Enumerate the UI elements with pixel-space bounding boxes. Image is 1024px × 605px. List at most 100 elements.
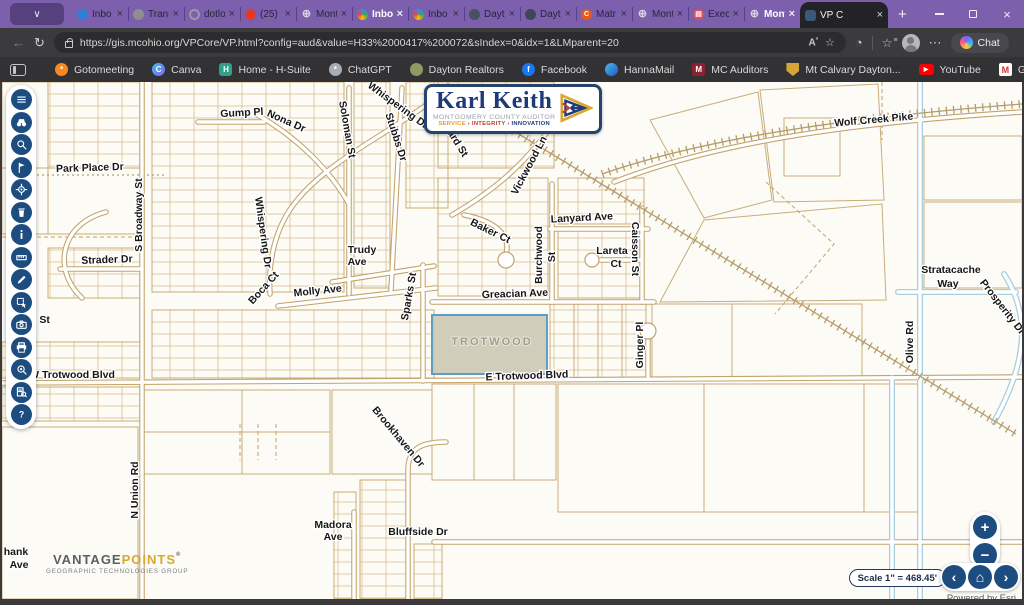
mt-calvary-dayton--icon	[786, 63, 799, 76]
tab-close-button[interactable]: ×	[877, 10, 883, 21]
bookmark-item[interactable]: CCanva	[143, 63, 210, 76]
browser-tab[interactable]: Inbo×	[408, 3, 464, 25]
tab-close-button[interactable]: ×	[397, 9, 403, 20]
tab-title: Exec	[708, 9, 729, 20]
tab-close-button[interactable]: ×	[117, 9, 123, 20]
toolbar-draw-button[interactable]	[11, 269, 32, 290]
zoom-in-button[interactable]: +	[973, 515, 997, 539]
browser-tab-active[interactable]: VP C×	[800, 2, 888, 28]
toolbar-locate-button[interactable]	[11, 179, 32, 200]
close-window-button[interactable]: ×	[990, 0, 1024, 28]
tab-close-button[interactable]: ×	[789, 9, 795, 20]
tagline-separator: ›	[507, 121, 509, 127]
bookmark-item[interactable]: HannaMail	[596, 63, 683, 76]
bookmark-item[interactable]: Dayton Realtors	[401, 63, 513, 76]
new-tab-button[interactable]: +	[888, 6, 917, 23]
browser-tab[interactable]: Dayt×	[464, 3, 520, 25]
dayton-realtors-icon	[410, 63, 423, 76]
bookmark-item[interactable]: MGmail	[990, 63, 1024, 76]
bookmark-label: Canva	[171, 64, 201, 76]
chat-button[interactable]: Chat	[951, 33, 1009, 53]
tab-title: Inbo	[92, 9, 113, 20]
tab-favicon	[189, 9, 200, 20]
toolbar-binoculars-button[interactable]	[11, 112, 32, 133]
favorites-bar-icon[interactable]: ☆	[882, 36, 893, 50]
tab-close-button[interactable]: ×	[341, 9, 347, 20]
tab-favicon: ▤	[693, 9, 704, 20]
toolbar-menu-button[interactable]	[11, 89, 32, 110]
toolbar-select-button[interactable]	[11, 292, 32, 313]
street-label: N Union Rd	[129, 461, 141, 518]
toolbar-measure-button[interactable]	[11, 247, 32, 268]
points-word: POINTS	[122, 552, 176, 567]
tab-close-button[interactable]: ×	[677, 9, 683, 20]
tab-favicon: ⊕	[749, 9, 760, 20]
bookmark-item[interactable]: ▶YouTube	[910, 64, 990, 76]
url-field[interactable]: https://gis.mcohio.org/VPCore/VP.html?co…	[54, 32, 846, 53]
url-text[interactable]: https://gis.mcohio.org/VPCore/VP.html?co…	[80, 37, 802, 49]
vantage-word: VANTAGE	[53, 552, 122, 567]
tab-close-button[interactable]: ×	[453, 9, 459, 20]
bookmark-item[interactable]: HHome - H-Suite	[210, 63, 319, 76]
favorite-star-icon[interactable]: ☆	[825, 36, 835, 49]
toolbar-help-button[interactable]: ?	[11, 404, 32, 425]
minimize-button[interactable]	[922, 0, 956, 28]
tab-dropdown-button[interactable]: ∨	[10, 3, 64, 25]
settings-menu-icon[interactable]: ⋯	[929, 35, 942, 51]
bookmark-item[interactable]: Mt Calvary Dayton...	[777, 63, 909, 76]
profile-avatar[interactable]	[902, 34, 920, 52]
gis-map-canvas[interactable]: TROTWOOD Gump PlNona DrSoloman StStubbs …	[2, 82, 1022, 599]
browser-tab[interactable]: Inbo ×	[72, 3, 128, 25]
tab-close-button[interactable]: ×	[733, 9, 739, 20]
sidebar-panel-icon[interactable]	[10, 64, 26, 76]
browser-tab[interactable]: ▤ Exec ×	[688, 3, 744, 25]
toolbar-search-button[interactable]	[11, 134, 32, 155]
binoculars-icon	[14, 115, 29, 130]
browser-tab[interactable]: ⊕ Mont ×	[744, 3, 800, 25]
tab-close-button[interactable]: ×	[229, 9, 235, 20]
toolbar-search-area-button[interactable]	[11, 359, 32, 380]
browser-tab[interactable]: Inbo×	[352, 3, 408, 25]
browser-tab[interactable]: ⊕ Mont ×	[296, 3, 352, 25]
browser-tab[interactable]: (25)×	[240, 3, 296, 25]
chat-label: Chat	[978, 37, 1000, 49]
browser-tab[interactable]: CMatr×	[576, 3, 632, 25]
read-aloud-icon[interactable]: Aᵃ	[809, 37, 819, 48]
tab-close-button[interactable]: ×	[565, 9, 571, 20]
tagline-service: SERVICE	[438, 121, 465, 127]
browser-tab[interactable]: dotlo×	[184, 3, 240, 25]
auditor-tagline: SERVICE › INTEGRITY › INNOVATION	[433, 121, 555, 127]
tab-favicon: ⊕	[301, 9, 312, 20]
browser-essentials-icon[interactable]: ◔	[855, 35, 863, 50]
divider	[872, 36, 873, 50]
bookmark-item[interactable]: *ChatGPT	[320, 63, 401, 76]
toolbar-records-button[interactable]	[11, 382, 32, 403]
gotomeeting-icon: *	[55, 63, 68, 76]
home-extent-button[interactable]: ⌂	[968, 565, 992, 589]
mc-auditors-icon: M	[692, 63, 705, 76]
bookmark-item[interactable]: *Gotomeeting	[46, 63, 143, 76]
bookmark-item[interactable]: fFacebook	[513, 63, 596, 76]
refresh-icon[interactable]: ↻	[34, 35, 45, 51]
restore-button[interactable]	[956, 0, 990, 28]
tab-close-button[interactable]: ×	[621, 9, 627, 20]
browser-tab[interactable]: ⊕Mont×	[632, 3, 688, 25]
toolbar-print-button[interactable]	[11, 337, 32, 358]
tab-title: Mont	[316, 9, 337, 20]
previous-extent-button[interactable]: ‹	[942, 565, 966, 589]
toolbar-info-button[interactable]	[11, 224, 32, 245]
tab-close-button[interactable]: ×	[285, 9, 291, 20]
bookmark-item[interactable]: MMC Auditors	[683, 63, 777, 76]
browser-tab[interactable]: Dayt×	[520, 3, 576, 25]
toolbar-camera-button[interactable]	[11, 314, 32, 335]
back-icon[interactable]: ←	[12, 35, 25, 50]
toolbar-flag-button[interactable]	[11, 157, 32, 178]
vantage-subtitle: GEOGRAPHIC TECHNOLOGIES GROUP	[46, 568, 188, 575]
browser-tab[interactable]: Trans×	[128, 3, 184, 25]
window-controls: ×	[922, 0, 1024, 28]
next-extent-button[interactable]: ›	[994, 565, 1018, 589]
toolbar-trash-button[interactable]	[11, 202, 32, 223]
tab-close-button[interactable]: ×	[173, 9, 179, 20]
tab-close-button[interactable]: ×	[509, 9, 515, 20]
tab-title: Mont	[764, 9, 785, 20]
